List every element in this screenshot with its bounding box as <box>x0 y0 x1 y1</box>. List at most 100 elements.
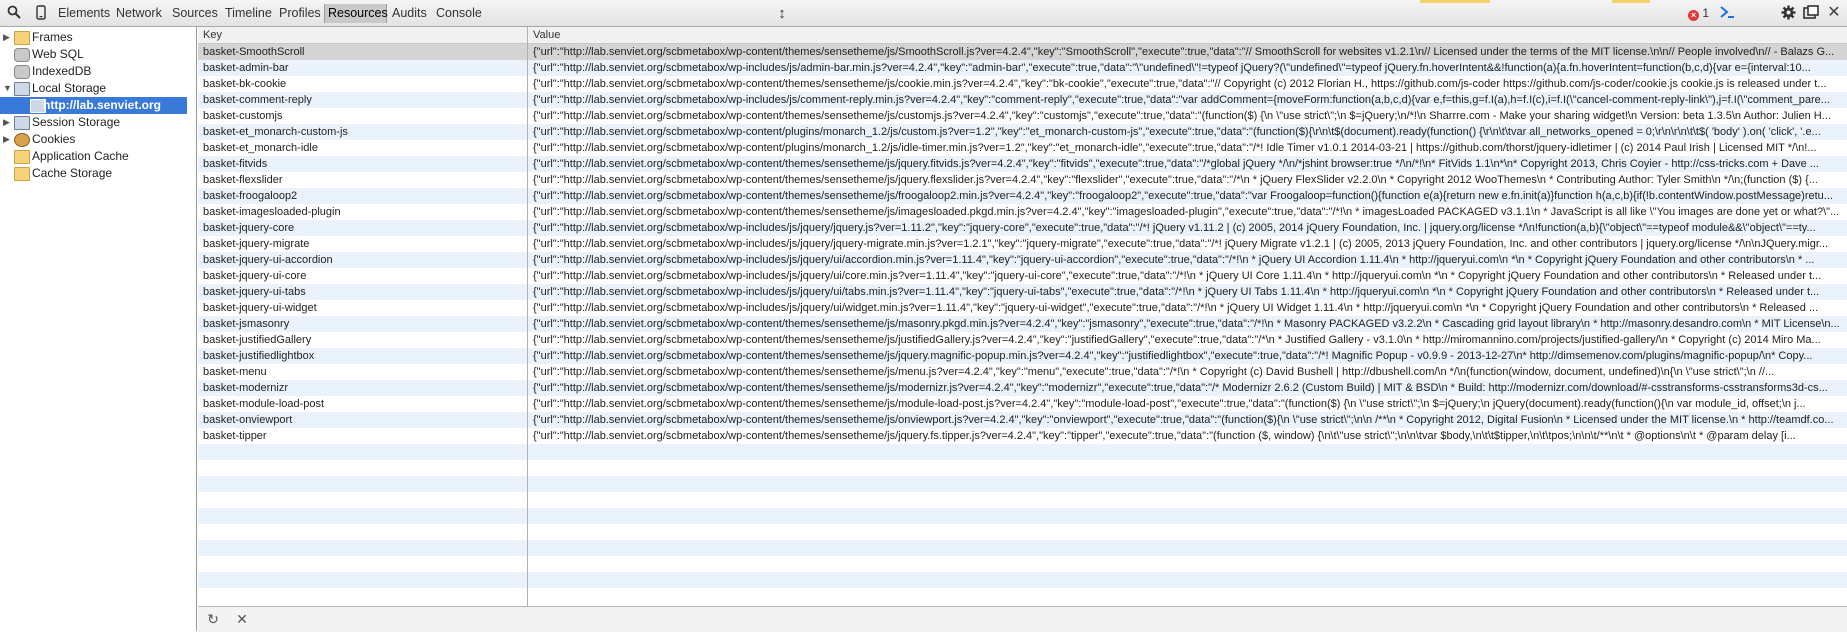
table-row[interactable]: basket-flexslider {"url":"http://lab.senv… <box>198 172 1847 188</box>
tab-network[interactable]: Network <box>113 4 165 23</box>
table-row[interactable]: basket-onviewport {"url":"http://lab.senv… <box>198 412 1847 428</box>
cell-key[interactable]: basket-jquery-ui-widget <box>203 300 523 316</box>
cell-key[interactable]: basket-modernizr <box>203 380 523 396</box>
tab-resources[interactable]: Resources <box>324 4 388 23</box>
expand-arrow-icon[interactable]: ▶ <box>3 114 12 131</box>
cell-key[interactable]: basket-et_monarch-idle <box>203 140 523 156</box>
expand-arrow-icon[interactable]: ▶ <box>3 131 12 148</box>
cell-value[interactable]: {"url":"http://lab.senviet.org/scbmetabo… <box>533 124 1843 140</box>
column-header-key[interactable]: Key <box>198 27 222 43</box>
cell-value[interactable]: {"url":"http://lab.senviet.org/scbmetabo… <box>533 60 1843 76</box>
sidebar-item-origin[interactable]: http://lab.senviet.org <box>0 97 187 114</box>
settings-icon[interactable] <box>1780 5 1796 21</box>
cell-key[interactable]: basket-justifiedGallery <box>203 332 523 348</box>
table-row[interactable]: basket-justifiedGallery {"url":"http://la… <box>198 332 1847 348</box>
cell-value[interactable]: {"url":"http://lab.senviet.org/scbmetabo… <box>533 316 1843 332</box>
expand-arrow-icon[interactable]: ▶ <box>3 29 12 46</box>
cell-value[interactable]: {"url":"http://lab.senviet.org/scbmetabo… <box>533 348 1843 364</box>
cell-value[interactable]: {"url":"http://lab.senviet.org/scbmetabo… <box>533 412 1843 428</box>
table-row[interactable]: basket-imagesloaded-plugin {"url":"http:/… <box>198 204 1847 220</box>
cell-key[interactable]: basket-bk-cookie <box>203 76 523 92</box>
resize-handle-icon[interactable]: ↕ <box>776 4 788 24</box>
cell-value[interactable]: {"url":"http://lab.senviet.org/scbmetabo… <box>533 92 1843 108</box>
table-row[interactable]: basket-jquery-ui-widget {"url":"http://la… <box>198 300 1847 316</box>
cell-key[interactable]: basket-jsmasonry <box>203 316 523 332</box>
cell-value[interactable]: {"url":"http://lab.senviet.org/scbmetabo… <box>533 380 1843 396</box>
cell-value[interactable]: {"url":"http://lab.senviet.org/scbmetabo… <box>533 172 1843 188</box>
tab-sources[interactable]: Sources <box>169 4 221 23</box>
device-icon[interactable] <box>33 5 49 21</box>
cell-value[interactable]: {"url":"http://lab.senviet.org/scbmetabo… <box>533 364 1843 380</box>
cell-value[interactable]: {"url":"http://lab.senviet.org/scbmetabo… <box>533 268 1843 284</box>
cell-key[interactable]: basket-tipper <box>203 428 523 444</box>
column-header-value[interactable]: Value <box>528 27 560 43</box>
cell-value[interactable]: {"url":"http://lab.senviet.org/scbmetabo… <box>533 140 1843 156</box>
tab-timeline[interactable]: Timeline <box>222 4 275 23</box>
table-row[interactable]: basket-tipper {"url":"http://lab.senviet.… <box>198 428 1847 444</box>
cell-key[interactable]: basket-customjs <box>203 108 523 124</box>
table-row[interactable]: basket-froogaloop2 {"url":"http://lab.sen… <box>198 188 1847 204</box>
table-row[interactable]: basket-et_monarch-idle {"url":"http://lab… <box>198 140 1847 156</box>
cell-value[interactable]: {"url":"http://lab.senviet.org/scbmetabo… <box>533 204 1843 220</box>
table-row[interactable]: basket-jquery-ui-tabs {"url":"http://lab.… <box>198 284 1847 300</box>
tab-audits[interactable]: Audits <box>389 4 430 23</box>
column-divider[interactable] <box>527 27 528 606</box>
cell-key[interactable]: basket-froogaloop2 <box>203 188 523 204</box>
cell-value[interactable]: {"url":"http://lab.senviet.org/scbmetabo… <box>533 44 1843 60</box>
table-row[interactable]: basket-jquery-ui-core {"url":"http://lab.… <box>198 268 1847 284</box>
table-row[interactable]: basket-comment-reply {"url":"http://lab.s… <box>198 92 1847 108</box>
cell-key[interactable]: basket-jquery-core <box>203 220 523 236</box>
table-row[interactable]: basket-menu {"url":"http://lab.senviet.or… <box>198 364 1847 380</box>
cell-value[interactable]: {"url":"http://lab.senviet.org/scbmetabo… <box>533 396 1843 412</box>
cell-key[interactable]: basket-fitvids <box>203 156 523 172</box>
cell-key[interactable]: basket-jquery-ui-tabs <box>203 284 523 300</box>
cell-key[interactable]: basket-menu <box>203 364 523 380</box>
table-row[interactable]: basket-fitvids {"url":"http://lab.senviet… <box>198 156 1847 172</box>
cell-key[interactable]: basket-justifiedlightbox <box>203 348 523 364</box>
cell-value[interactable]: {"url":"http://lab.senviet.org/scbmetabo… <box>533 108 1843 124</box>
table-row[interactable]: basket-jsmasonry {"url":"http://lab.senvi… <box>198 316 1847 332</box>
cell-value[interactable]: {"url":"http://lab.senviet.org/scbmetabo… <box>533 76 1843 92</box>
refresh-icon[interactable]: ↻ <box>205 611 221 627</box>
tab-elements[interactable]: Elements <box>55 4 113 23</box>
error-counter[interactable]: × 1 <box>1688 6 1709 21</box>
table-row[interactable]: basket-module-load-post {"url":"http://la… <box>198 396 1847 412</box>
close-icon[interactable]: ✕ <box>1826 5 1842 21</box>
table-row[interactable]: basket-customjs {"url":"http://lab.senvie… <box>198 108 1847 124</box>
cell-value[interactable]: {"url":"http://lab.senviet.org/scbmetabo… <box>533 156 1843 172</box>
table-row[interactable]: basket-jquery-core {"url":"http://lab.sen… <box>198 220 1847 236</box>
cell-value[interactable]: {"url":"http://lab.senviet.org/scbmetabo… <box>533 332 1843 348</box>
cell-key[interactable]: basket-SmoothScroll <box>203 44 523 60</box>
search-icon[interactable] <box>6 5 22 21</box>
table-row[interactable]: basket-modernizr {"url":"http://lab.senvi… <box>198 380 1847 396</box>
cell-key[interactable]: basket-jquery-migrate <box>203 236 523 252</box>
tab-profiles[interactable]: Profiles <box>276 4 324 23</box>
cell-key[interactable]: basket-jquery-ui-accordion <box>203 252 523 268</box>
cell-value[interactable]: {"url":"http://lab.senviet.org/scbmetabo… <box>533 236 1843 252</box>
cell-value[interactable]: {"url":"http://lab.senviet.org/scbmetabo… <box>533 188 1843 204</box>
cell-value[interactable]: {"url":"http://lab.senviet.org/scbmetabo… <box>533 300 1843 316</box>
table-row[interactable]: basket-SmoothScroll {"url":"http://lab.se… <box>198 44 1847 60</box>
cell-key[interactable]: basket-imagesloaded-plugin <box>203 204 523 220</box>
cell-key[interactable]: basket-onviewport <box>203 412 523 428</box>
console-drawer-icon[interactable] <box>1719 5 1735 21</box>
cell-value[interactable]: {"url":"http://lab.senviet.org/scbmetabo… <box>533 252 1843 268</box>
cell-value[interactable]: {"url":"http://lab.senviet.org/scbmetabo… <box>533 428 1843 444</box>
cell-key[interactable]: basket-jquery-ui-core <box>203 268 523 284</box>
table-row[interactable]: basket-jquery-migrate {"url":"http://lab.… <box>198 236 1847 252</box>
table-row[interactable]: basket-jquery-ui-accordion {"url":"http:/… <box>198 252 1847 268</box>
tab-console[interactable]: Console <box>433 4 485 23</box>
dock-icon[interactable] <box>1803 5 1819 21</box>
table-row[interactable]: basket-et_monarch-custom-js {"url":"http:… <box>198 124 1847 140</box>
table-row[interactable]: basket-bk-cookie {"url":"http://lab.senvi… <box>198 76 1847 92</box>
cell-key[interactable]: basket-admin-bar <box>203 60 523 76</box>
delete-icon[interactable]: ✕ <box>234 611 250 627</box>
cell-key[interactable]: basket-flexslider <box>203 172 523 188</box>
table-row[interactable]: basket-justifiedlightbox {"url":"http://l… <box>198 348 1847 364</box>
collapse-arrow-icon[interactable]: ▼ <box>3 80 12 97</box>
cell-key[interactable]: basket-comment-reply <box>203 92 523 108</box>
cell-key[interactable]: basket-module-load-post <box>203 396 523 412</box>
cell-value[interactable]: {"url":"http://lab.senviet.org/scbmetabo… <box>533 220 1843 236</box>
cell-value[interactable]: {"url":"http://lab.senviet.org/scbmetabo… <box>533 284 1843 300</box>
table-row[interactable]: basket-admin-bar {"url":"http://lab.senvi… <box>198 60 1847 76</box>
